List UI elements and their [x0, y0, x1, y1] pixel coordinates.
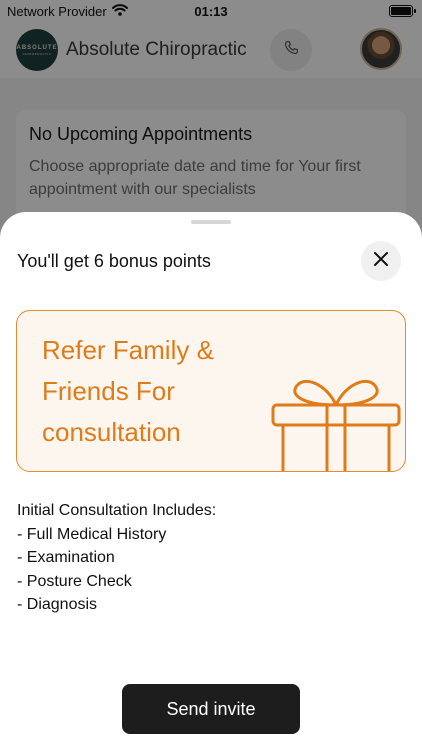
promo-line-3: consultation	[42, 417, 181, 447]
sheet-drag-handle[interactable]	[191, 220, 231, 224]
referral-promo-banner: Refer Family & Friends For consultation	[16, 310, 406, 472]
details-item: - Diagnosis	[17, 596, 98, 613]
details-item: - Full Medical History	[17, 525, 167, 543]
referral-sheet: You'll get 6 bonus points Refer Family &…	[0, 212, 422, 750]
details-item: - Examination	[17, 549, 115, 566]
details-item: - Posture Check	[17, 572, 132, 590]
sheet-title: You'll get 6 bonus points	[17, 251, 211, 271]
consultation-details: Initial Consultation Includes: - Full Me…	[17, 499, 216, 617]
close-icon	[373, 251, 389, 272]
details-heading: Initial Consultation Includes:	[17, 502, 217, 519]
send-invite-button[interactable]: Send invite	[122, 684, 300, 734]
close-button[interactable]	[361, 241, 401, 281]
promo-line-1: Refer Family &	[42, 335, 214, 365]
promo-text: Refer Family & Friends For consultation	[42, 330, 272, 453]
promo-line-2: Friends For	[42, 376, 175, 406]
gift-icon	[269, 369, 403, 471]
